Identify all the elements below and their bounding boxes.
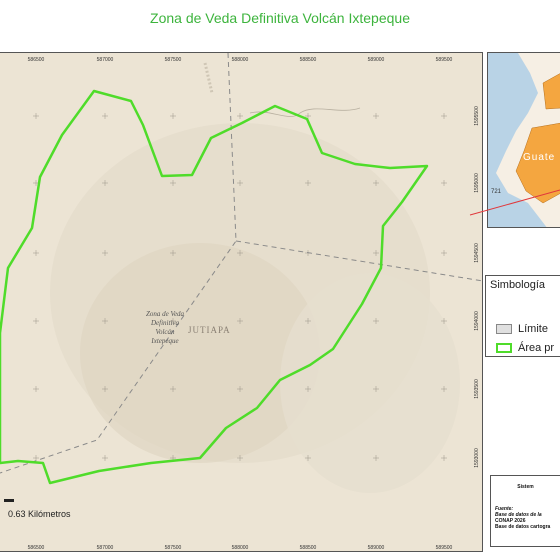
inset-number-label: 721 (491, 189, 502, 195)
grid-cross (441, 113, 447, 119)
credits-line: Base de datos cartogra (495, 524, 551, 530)
credits-box: Sistem Fuente: Base de datos de la CONAP… (490, 475, 560, 547)
grid-cross (237, 113, 243, 119)
legend-swatch-limit (496, 324, 512, 335)
scale-bar (4, 499, 14, 502)
y-tick-label: 1595000 (474, 173, 480, 193)
grid-cross (441, 455, 447, 461)
area-label-line: Ixtepeque (150, 337, 178, 345)
grid-cross (33, 113, 39, 119)
locator-inset-map[interactable]: Guate 721 (487, 52, 560, 228)
x-tick-label-bottom: 588500 (300, 545, 317, 551)
department-label: JUTIAPA (188, 325, 231, 335)
grid-cross (441, 250, 447, 256)
legend-item-protected-area: Área pr (496, 342, 554, 356)
legend-item-limit: Límite (496, 323, 548, 337)
scale-label: 0.63 Kilómetros (8, 509, 71, 519)
inset-country-label: Guate (523, 152, 555, 163)
area-label-line: Volcán (155, 328, 175, 336)
x-tick-label-top: 586500 (28, 57, 45, 63)
grid-cross (373, 113, 379, 119)
x-tick-label-bottom: 587000 (97, 545, 114, 551)
inset-canvas: Guate 721 (491, 53, 560, 227)
area-label-line: Zona de Veda (146, 310, 185, 318)
y-tick-label: 1595500 (474, 106, 480, 126)
credits-heading: Sistem (517, 484, 534, 490)
road-line (203, 62, 214, 94)
grid-cross (33, 386, 39, 392)
legend-title: Simbología (490, 279, 546, 291)
x-axis-ticks-bottom: 586500 587000 587500 588000 588500 589000 5895… (28, 545, 453, 551)
grid-cross (102, 455, 108, 461)
grid-cross (33, 318, 39, 324)
x-tick-label-bottom: 589000 (368, 545, 385, 551)
map-title: Zona de Veda Definitiva Volcán Ixtepeque (150, 10, 410, 26)
x-tick-label-top: 588000 (232, 57, 249, 63)
x-tick-label-top: 587000 (97, 57, 114, 63)
x-tick-label-bottom: 587500 (165, 545, 182, 551)
x-tick-label-bottom: 589500 (436, 545, 453, 551)
x-tick-label-top: 589500 (436, 57, 453, 63)
legend-label: Límite (518, 323, 548, 335)
y-tick-label: 1593500 (474, 379, 480, 399)
y-tick-label: 1593000 (474, 448, 480, 468)
grid-cross (33, 455, 39, 461)
y-tick-label: 1594500 (474, 243, 480, 263)
grid-cross (170, 113, 176, 119)
x-tick-label-top: 588500 (300, 57, 317, 63)
legend-swatch-protected-area (496, 343, 512, 354)
grid-cross (441, 180, 447, 186)
x-tick-label-bottom: 588000 (232, 545, 249, 551)
x-tick-label-top: 587500 (165, 57, 182, 63)
y-tick-label: 1594000 (474, 311, 480, 331)
legend-label: Área pr (518, 342, 555, 354)
legend-box: Simbología Límite Área pr (485, 275, 560, 357)
x-tick-label-bottom: 586500 (28, 545, 45, 551)
grid-cross (102, 113, 108, 119)
main-map[interactable]: Zona de Veda Definitiva Volcán Ixtepeque… (0, 52, 483, 552)
x-tick-label-top: 589000 (368, 57, 385, 63)
x-axis-ticks-top: 586500 587000 587500 588000 588500 589000 5895… (28, 57, 453, 63)
map-canvas: Zona de Veda Definitiva Volcán Ixtepeque… (0, 53, 482, 551)
y-axis-ticks-right: 1595500 1595000 1594500 1594000 1593500 15930… (474, 106, 480, 468)
area-label-line: Definitiva (150, 319, 179, 327)
grid-cross (33, 250, 39, 256)
